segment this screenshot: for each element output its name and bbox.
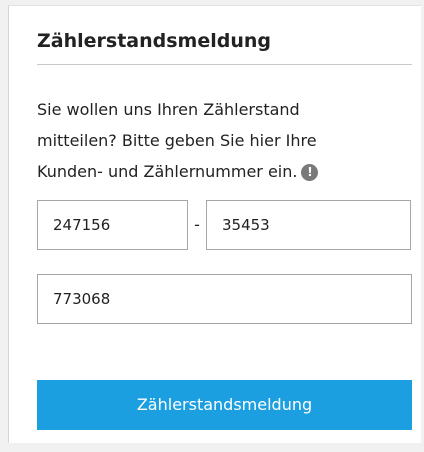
description-line: mitteilen? Bitte geben Sie hier Ihre: [37, 131, 317, 150]
description-line: Kunden- und Zählernummer ein.!: [37, 156, 407, 187]
page: Zählerstandsmeldung Sie wollen uns Ihren…: [0, 0, 424, 452]
form-title: Zählerstandsmeldung: [37, 30, 271, 52]
description-line: Sie wollen uns Ihren Zählerstand: [37, 100, 300, 119]
number-separator: -: [194, 215, 200, 234]
meter-reading-card: Zählerstandsmeldung Sie wollen uns Ihren…: [8, 5, 421, 443]
submit-button[interactable]: Zählerstandsmeldung: [37, 380, 412, 430]
info-icon[interactable]: !: [301, 164, 319, 181]
customer-number-field[interactable]: 247156: [37, 200, 188, 250]
form-description: Sie wollen uns Ihren Zählerstand mitteil…: [37, 94, 407, 187]
meter-number-part-field[interactable]: 35453: [206, 200, 411, 250]
description-line-text: Kunden- und Zählernummer ein.: [37, 162, 298, 181]
title-divider: [37, 64, 412, 65]
meter-number-field[interactable]: 773068: [37, 274, 412, 324]
